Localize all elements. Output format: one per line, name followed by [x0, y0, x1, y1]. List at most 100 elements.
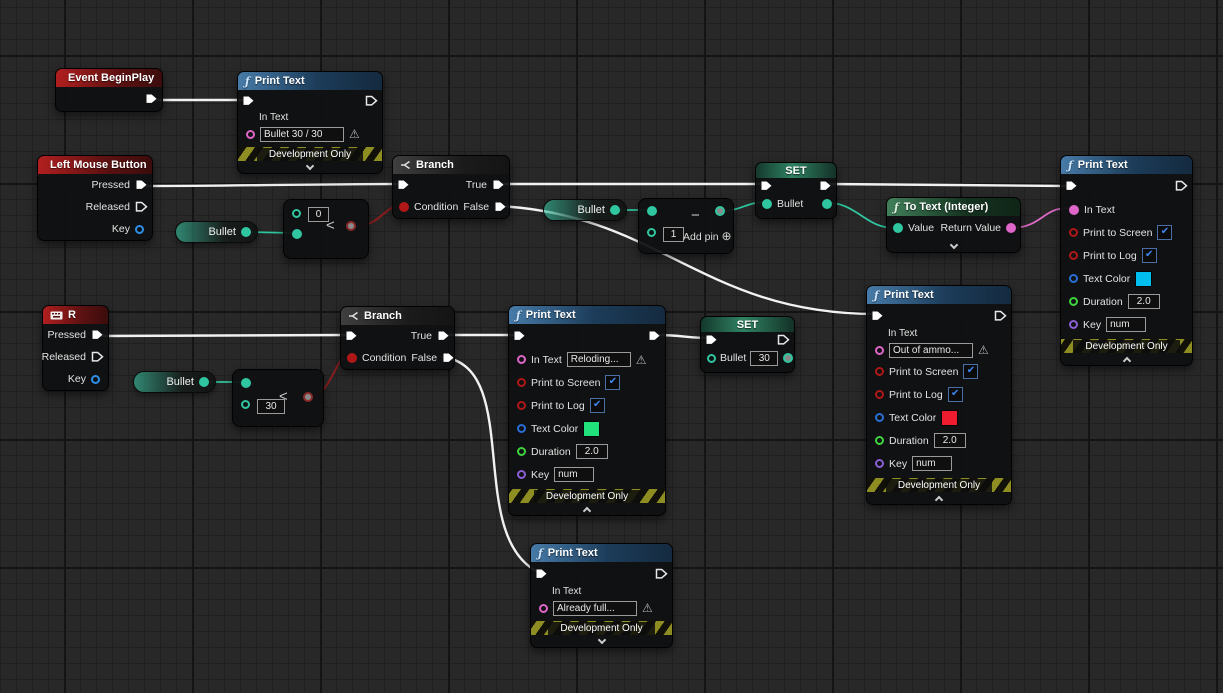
exec-out-pin[interactable]: [994, 310, 1007, 322]
true-exec-pin[interactable]: [437, 330, 450, 342]
in-text-field[interactable]: [260, 126, 344, 142]
result-pin[interactable]: [303, 392, 313, 402]
bullet-out-pin[interactable]: [783, 353, 794, 363]
key-pin[interactable]: [135, 224, 144, 234]
input-b-pin[interactable]: [241, 400, 250, 409]
exec-out-pin[interactable]: [655, 568, 668, 580]
text-color-pin[interactable]: [1069, 274, 1078, 283]
false-exec-pin[interactable]: [442, 352, 455, 364]
exec-in-pin[interactable]: [1065, 180, 1078, 192]
wire-exec-lmb-branch[interactable]: [140, 182, 404, 188]
pressed-exec-pin[interactable]: [135, 179, 148, 191]
key-pin[interactable]: [517, 470, 526, 479]
key-pin[interactable]: [91, 374, 100, 384]
input-a-pin[interactable]: [647, 206, 657, 216]
return-value-pin[interactable]: [1006, 223, 1016, 233]
node-branch-1[interactable]: Branch True Condition False: [392, 155, 510, 219]
print-to-log-checkbox[interactable]: ✔: [1141, 248, 1157, 263]
input-b-pin[interactable]: [647, 228, 656, 237]
node-event-beginplay[interactable]: Event BeginPlay: [55, 68, 163, 112]
node-less-than-1[interactable]: <: [283, 199, 369, 259]
wire-exec-r-branch[interactable]: [96, 333, 349, 338]
node-to-text-integer[interactable]: ƒ To Text (Integer) Value Return Value: [886, 197, 1021, 253]
text-color-pin[interactable]: [517, 424, 526, 433]
input-a-pin[interactable]: [292, 209, 301, 218]
node-r-key[interactable]: R Pressed Released Key: [42, 305, 109, 391]
exec-in-pin[interactable]: [345, 330, 358, 342]
collapse-chevron[interactable]: [238, 161, 382, 173]
collapse-chevron[interactable]: [531, 635, 672, 647]
key-field[interactable]: [554, 467, 595, 482]
bullet-in-pin[interactable]: [762, 199, 772, 209]
in-text-pin[interactable]: [517, 355, 526, 364]
collapse-chevron[interactable]: [1061, 353, 1192, 365]
bullet-out-pin[interactable]: [822, 199, 832, 209]
variable-get-bullet-1[interactable]: Bullet: [175, 221, 258, 243]
duration-pin[interactable]: [1069, 297, 1078, 306]
print-to-screen-checkbox[interactable]: ✔: [1157, 225, 1173, 240]
key-pin[interactable]: [1069, 320, 1078, 329]
bullet-out-pin[interactable]: [610, 205, 620, 215]
print-to-log-pin[interactable]: [875, 390, 884, 399]
text-color-swatch[interactable]: [1135, 270, 1153, 287]
print-to-log-pin[interactable]: [517, 401, 526, 410]
collapse-chevron[interactable]: [887, 240, 1020, 252]
condition-pin[interactable]: [399, 202, 409, 212]
node-print-text-reloading[interactable]: ƒ Print Text In Text ⚠ Print to Screen✔ …: [508, 305, 666, 516]
in-text-field[interactable]: [553, 600, 637, 616]
exec-in-pin[interactable]: [705, 334, 718, 346]
pressed-exec-pin[interactable]: [91, 329, 104, 341]
released-exec-pin[interactable]: [135, 201, 148, 213]
node-branch-2[interactable]: Branch True Condition False: [340, 306, 455, 370]
exec-in-pin[interactable]: [760, 180, 773, 192]
text-color-pin[interactable]: [875, 413, 884, 422]
value-pin[interactable]: [893, 223, 903, 233]
exec-in-pin[interactable]: [535, 568, 548, 580]
node-set-bullet[interactable]: SET Bullet: [755, 162, 837, 219]
node-print-text-already-full[interactable]: ƒ Print Text In Text ⚠ Development Only: [530, 543, 673, 648]
duration-field[interactable]: [933, 433, 966, 448]
false-exec-pin[interactable]: [494, 201, 507, 213]
duration-pin[interactable]: [875, 436, 884, 445]
exec-in-pin[interactable]: [397, 179, 410, 191]
bullet-in-pin[interactable]: [707, 353, 716, 363]
print-to-screen-checkbox[interactable]: ✔: [963, 364, 979, 379]
key-pin[interactable]: [875, 459, 884, 468]
exec-out-pin[interactable]: [648, 330, 661, 342]
exec-out-pin[interactable]: [819, 180, 832, 192]
exec-out-pin[interactable]: [777, 334, 790, 346]
bullet-out-pin[interactable]: [241, 227, 251, 237]
released-exec-pin[interactable]: [91, 351, 104, 363]
variable-get-bullet-3[interactable]: Bullet: [133, 371, 216, 393]
node-print-text-ammo[interactable]: ƒ Print Text In Text Print to Screen ✔ Pr…: [1060, 155, 1193, 366]
duration-field[interactable]: [575, 444, 608, 459]
input-a-pin[interactable]: [241, 378, 251, 388]
key-field[interactable]: [912, 456, 953, 471]
exec-in-pin[interactable]: [871, 310, 884, 322]
print-to-screen-pin[interactable]: [1069, 228, 1078, 237]
in-text-pin[interactable]: [1069, 204, 1079, 215]
duration-pin[interactable]: [517, 447, 526, 456]
node-set-bullet-30[interactable]: SET Bullet: [700, 316, 795, 373]
node-less-than-2[interactable]: <: [232, 369, 324, 427]
node-left-mouse-button[interactable]: Left Mouse Button Pressed Released Key: [37, 155, 153, 241]
bullet-out-pin[interactable]: [199, 377, 209, 387]
text-color-swatch[interactable]: [941, 409, 959, 426]
in-text-pin[interactable]: [875, 345, 884, 355]
print-to-screen-checkbox[interactable]: ✔: [605, 375, 621, 390]
exec-out-pin[interactable]: [1175, 180, 1188, 192]
node-print-text-initial[interactable]: ƒ Print Text In Text ⚠ Development Only: [237, 71, 383, 174]
node-subtract[interactable]: − Add pin ⊕: [638, 198, 734, 254]
collapse-chevron[interactable]: [867, 492, 1011, 504]
duration-field[interactable]: [1127, 294, 1160, 309]
print-to-screen-pin[interactable]: [517, 378, 526, 387]
print-to-log-checkbox[interactable]: ✔: [589, 398, 605, 413]
collapse-chevron[interactable]: [509, 503, 665, 515]
in-text-field[interactable]: [566, 352, 631, 367]
in-text-field[interactable]: [889, 342, 973, 358]
result-pin[interactable]: [346, 221, 356, 231]
print-to-log-pin[interactable]: [1069, 251, 1078, 260]
node-print-text-out-of-ammo[interactable]: ƒ Print Text In Text ⚠ Print to Screen✔ …: [866, 285, 1012, 505]
literal-b-field[interactable]: [663, 227, 684, 242]
in-text-pin[interactable]: [246, 129, 255, 139]
